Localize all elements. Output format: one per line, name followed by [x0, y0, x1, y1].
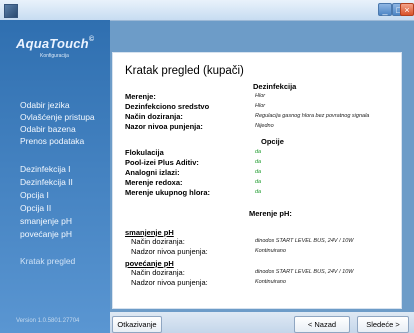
nav-item-odabir-bazena[interactable]: Odabir bazena [20, 124, 76, 134]
version-label: Version 1.0.5801.27704 [16, 318, 80, 324]
smanjenje-ph-value: Kontinuirano [255, 248, 286, 254]
back-button[interactable]: < Nazad [294, 316, 350, 333]
dezinfekcija-label: Način doziranja: [125, 112, 183, 121]
opcije-value: da [255, 169, 262, 175]
app-icon [4, 4, 18, 18]
opcije-label: Analogni izlazi: [125, 168, 180, 177]
dezinfekcija-value: Regulacija gasnog hlora bez povratnog si… [255, 113, 370, 119]
section-ph-heading: Merenje pH: [249, 209, 292, 218]
smanjenje-ph-label: Način doziranja: [131, 237, 185, 246]
opcije-label: Flokulacija [125, 148, 164, 157]
povecanje-ph-value: dinodos START LEVEL BUS, 24V / 10W [255, 269, 354, 275]
povecanje-ph-label: Nadzor nivoa punjenja: [131, 278, 208, 287]
opcije-value: da [255, 159, 262, 165]
dezinfekcija-value: Hlor [255, 93, 266, 99]
nav-item-dezinfekcija-1[interactable]: Dezinfekcija I [20, 164, 71, 174]
nav-item-ovlascenje-pristupa[interactable]: Ovlašćenje pristupa [20, 112, 95, 122]
section-dezinfekcija-heading: Dezinfekcija [253, 82, 297, 91]
page-title: Kratak pregled (kupači) [125, 65, 244, 77]
minimize-button[interactable]: _ [378, 3, 392, 16]
nav-item-prenos-podataka[interactable]: Prenos podataka [20, 136, 84, 146]
povecanje-ph-heading: povećanje pH [125, 259, 174, 268]
dezinfekcija-value: Nijedno [255, 123, 274, 129]
nav-item-smanjenje-ph[interactable]: smanjenje pH [20, 216, 72, 226]
dezinfekcija-value: Hlor [255, 103, 266, 109]
opcije-label: Merenje ukupnog hlora: [125, 188, 211, 197]
opcije-value: da [255, 189, 262, 195]
nav-item-povecanje-ph[interactable]: povećanje pH [20, 229, 72, 239]
nav-item-dezinfekcija-2[interactable]: Dezinfekcija II [20, 177, 73, 187]
smanjenje-ph-value: dinodos START LEVEL BUS, 24V / 10W [255, 238, 354, 244]
nav-item-odabir-jezika[interactable]: Odabir jezika [20, 100, 70, 110]
close-button[interactable]: × [400, 3, 414, 16]
smanjenje-ph-heading: smanjenje pH [125, 228, 174, 237]
opcije-label: Pool-izei Plus Aditiv: [125, 158, 199, 167]
dezinfekcija-label: Dezinfekciono sredstvo [125, 102, 210, 111]
logo-subtitle: Konfiguracija [40, 53, 69, 59]
next-button[interactable]: Sledeće > [357, 316, 409, 333]
nav-item-kratak-pregled[interactable]: Kratak pregled [20, 256, 75, 266]
povecanje-ph-label: Način doziranja: [131, 268, 185, 277]
title-bar: _ □ × [0, 0, 414, 21]
cancel-button[interactable]: Otkazivanje [112, 316, 162, 333]
summary-panel: Kratak pregled (kupači) Dezinfekcija Mer… [112, 52, 402, 309]
dezinfekcija-label: Merenje: [125, 92, 156, 101]
povecanje-ph-value: Kontinuirano [255, 279, 286, 285]
opcije-value: da [255, 149, 262, 155]
app-logo: AquaTouch© [16, 36, 95, 51]
opcije-value: da [255, 179, 262, 185]
section-opcije-heading: Opcije [261, 137, 284, 146]
nav-item-opcija-2[interactable]: Opcija II [20, 203, 51, 213]
nav-item-opcija-1[interactable]: Opcija I [20, 190, 49, 200]
opcije-label: Merenje redoxa: [125, 178, 183, 187]
dezinfekcija-label: Nazor nivoa punjenja: [125, 122, 203, 131]
smanjenje-ph-label: Nadzor nivoa punjenja: [131, 247, 208, 256]
